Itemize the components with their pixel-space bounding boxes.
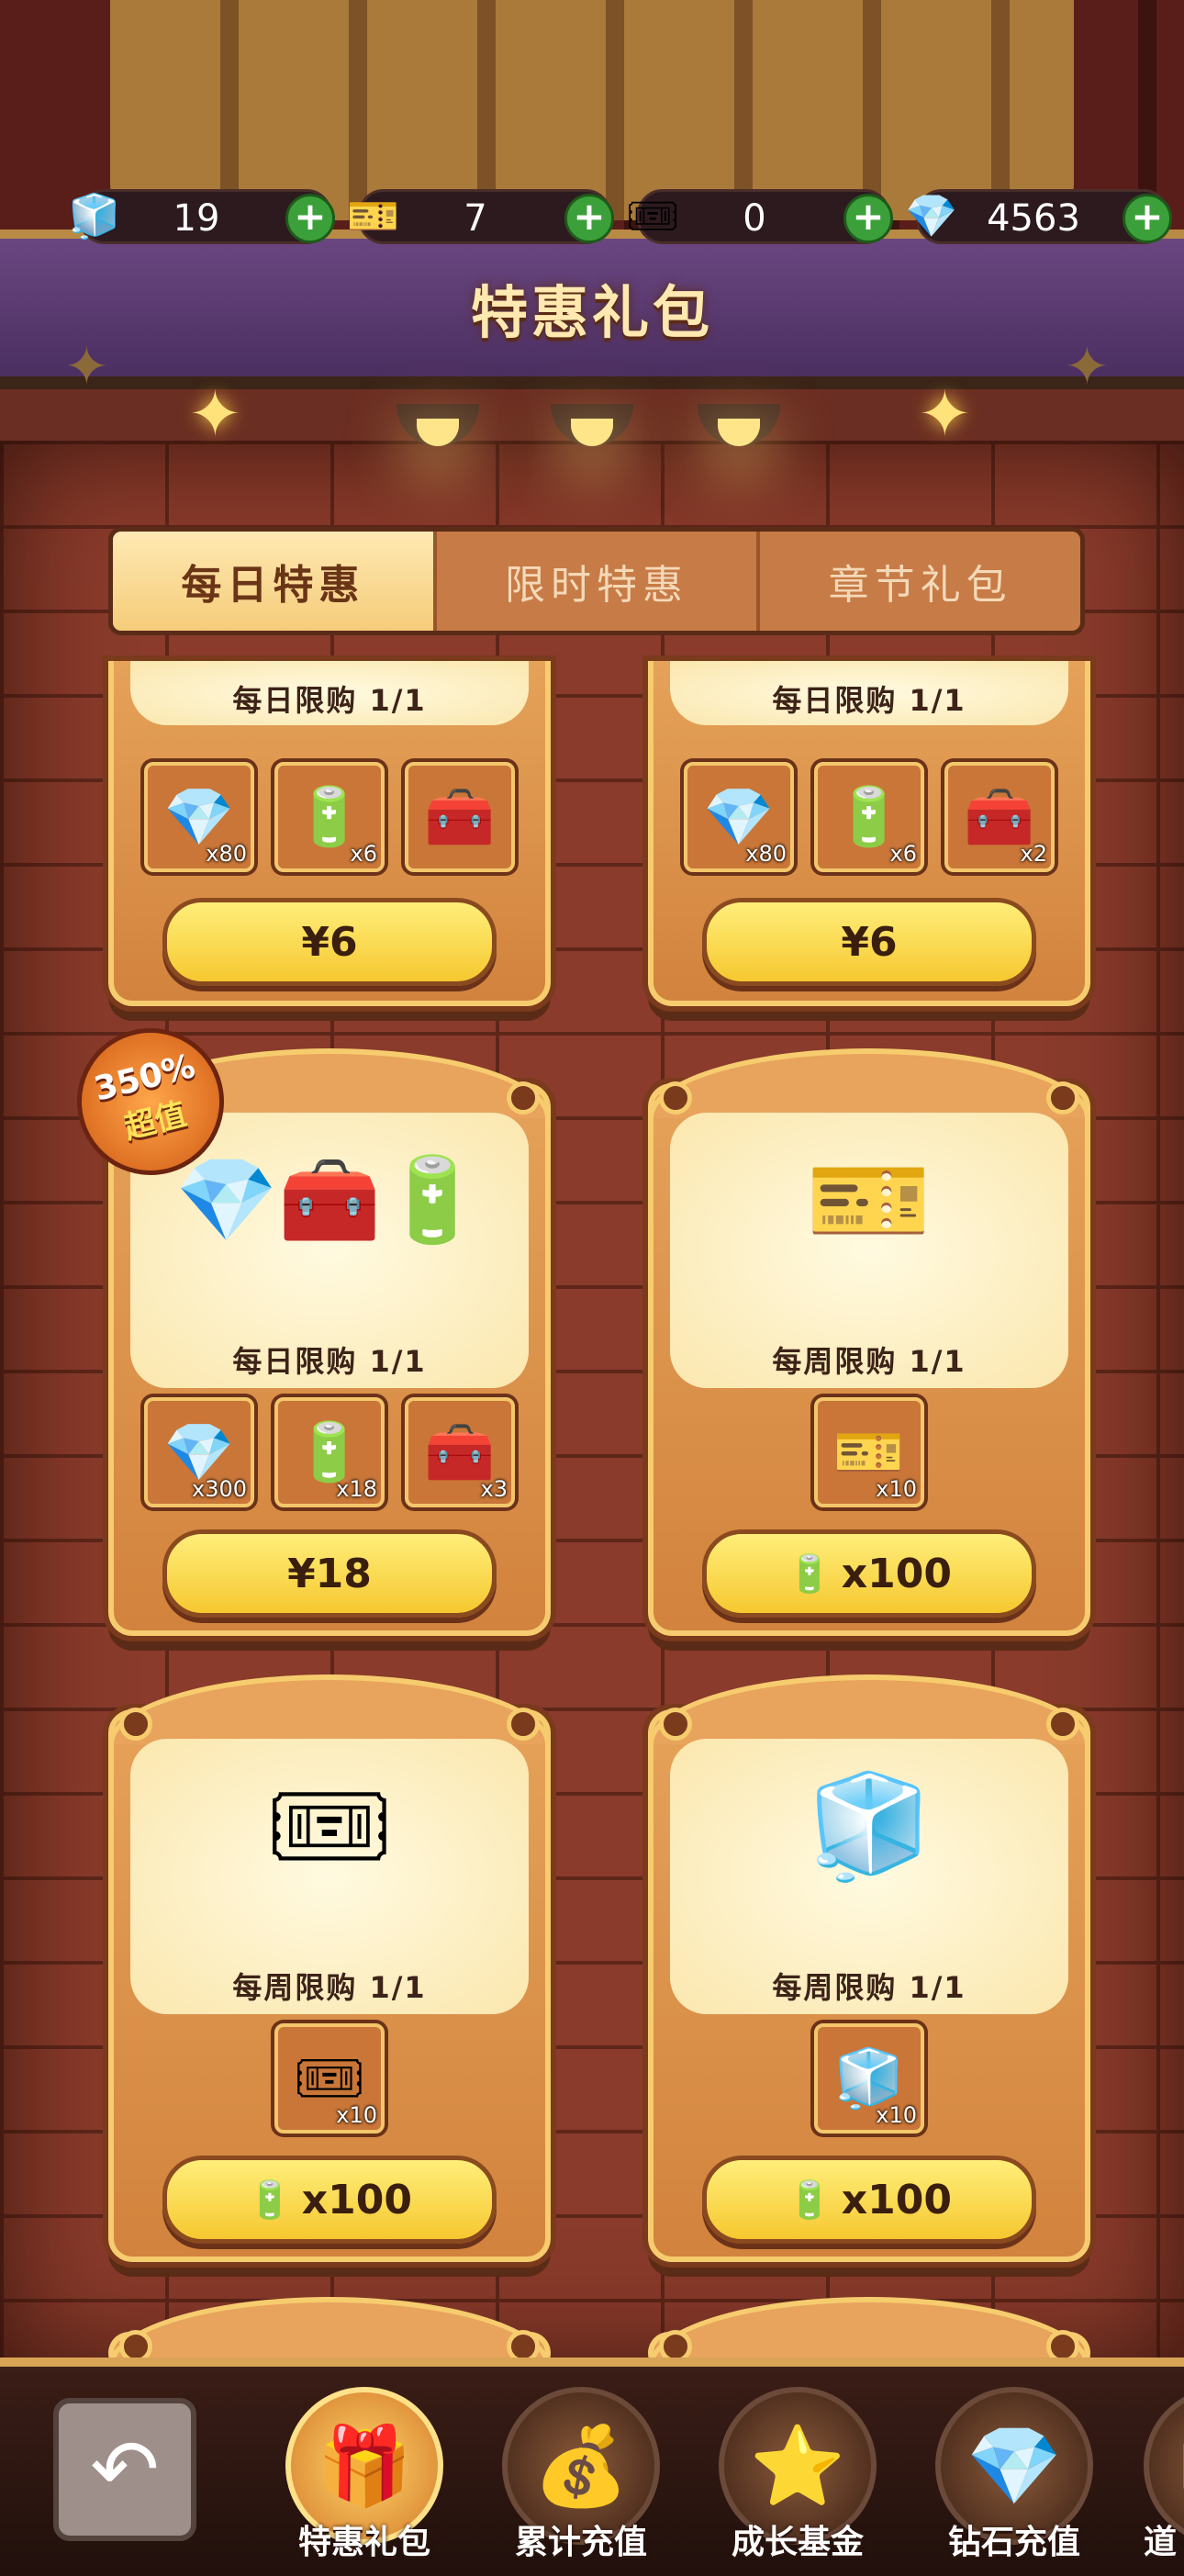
currency-value: 0 [743,197,766,240]
reward-item[interactable]: 💎 x80 [144,762,254,872]
currency-cube: 🧊 19 + [68,189,335,244]
reward-item[interactable]: 💎 x300 [144,1397,254,1507]
nav-label: 道 [1144,2524,1178,2561]
reward-item[interactable]: 🧰 x2 [944,762,1055,872]
tab-bar: 每日特惠 限时特惠 章节礼包 [108,527,1085,635]
reward-item[interactable]: 🧰 x3 [405,1397,515,1507]
pack-card: 每日限购 1/1 💎 x80 🔋 x6 🧰 ¥6 [108,661,551,1006]
currency-value: 7 [464,197,487,240]
battery-icon: 🔋 [786,2178,832,2222]
item-quantity: x80 [745,841,787,867]
buy-button[interactable]: ¥6 [162,898,497,986]
battery-icon: 🔋 [786,1552,832,1596]
currency-diamond: 💎 4563 + [905,189,1172,244]
nav-label: 成长基金 [731,2524,864,2561]
reward-item[interactable]: 🔋 x6 [814,762,924,872]
add-gold-ticket-button[interactable]: + [564,194,614,243]
item-quantity: x6 [350,841,377,867]
buy-button[interactable]: 🔋 x100 [162,2156,497,2244]
purchase-limit: 每日限购 1/1 [232,683,427,718]
back-button[interactable]: ↶ [53,2398,196,2541]
reward-item[interactable]: 🧊 x10 [814,2023,924,2134]
reward-item[interactable]: 🔋 x6 [274,762,385,872]
item-quantity: x2 [1020,841,1047,867]
currency-value: 4563 [987,197,1080,240]
gold-ticket-icon: 🎫 [347,190,400,241]
cube-image: 🧊 [806,1766,933,1885]
item-quantity: x300 [191,1476,247,1502]
blue-ticket-icon: 🎟 [625,190,680,241]
star-icon: ✦ [64,335,109,398]
reward-item[interactable]: 🔋 x18 [274,1397,385,1507]
buy-button[interactable]: 🔋 x100 [702,2156,1036,2244]
star-icon: ✦ [1065,335,1110,398]
star-icon: ✦ [188,376,242,452]
gold-ticket-image: 🎫 [806,1140,933,1259]
pack-card: 🧊 每周限购 1/1 🧊 x10 🔋 x100 [648,1674,1090,2262]
item-quantity: x18 [336,1476,377,1502]
nav-label: 特惠礼包 [297,2524,430,2561]
pack-art-panel: 每日限购 1/1 [670,661,1068,725]
reward-item[interactable]: 💎 x80 [684,762,794,872]
purchase-limit: 每日限购 1/1 [772,683,966,718]
item-quantity: x10 [336,2102,377,2128]
pack-card: 🎫 每周限购 1/1 🎫 x10 🔋 x100 [648,1048,1090,1636]
item-quantity: x80 [206,841,247,867]
price-label: ¥6 [301,918,358,966]
reward-item[interactable]: 🎫 x10 [814,1397,924,1507]
nav-items-partial[interactable]: 📦 道 [1144,2387,1184,2567]
purchase-limit: 每日限购 1/1 [232,1344,427,1379]
reward-item[interactable]: 🧰 [405,762,515,872]
price-label: ¥18 [287,1550,372,1597]
tab-daily-deals[interactable]: 每日特惠 [113,532,437,631]
chest-icon: 🧰 [424,783,496,850]
buy-button[interactable]: ¥18 [162,1529,497,1618]
tab-chapter-packs[interactable]: 章节礼包 [760,532,1080,631]
pack-art-panel: 🧊 每周限购 1/1 [670,1739,1068,2014]
buy-button[interactable]: 🔋 x100 [702,1529,1036,1618]
nav-label: 钻石充值 [947,2524,1080,2561]
nav-growth-fund[interactable]: ⭐ 成长基金 [710,2387,885,2567]
reward-item[interactable]: 🎟 x10 [274,2023,385,2134]
currency-value: 19 [173,197,220,240]
pack-card: 每日限购 1/1 💎 x80 🔋 x6 🧰 x2 ¥6 [648,661,1090,1006]
pack-art-panel: 🎟 每周限购 1/1 [130,1739,529,2014]
star-icon: ✦ [918,376,972,452]
pack-art-panel: 每日限购 1/1 [130,661,529,725]
currency-gold-ticket: 🎫 7 + [347,189,614,244]
purchase-limit: 每周限购 1/1 [232,1970,427,2005]
tab-limited-deals[interactable]: 限时特惠 [437,532,761,631]
nav-cumulative-recharge[interactable]: 💰 累计充值 [494,2387,668,2567]
pack-card: 🎟 每周限购 1/1 🎟 x10 🔋 x100 [108,1674,551,2262]
price-label: ¥6 [841,918,898,966]
diamond-icon: 💎 [905,190,958,241]
add-diamond-button[interactable]: + [1123,194,1172,243]
back-arrow-icon: ↶ [90,2421,160,2518]
battery-icon: 🔋 [246,2178,293,2222]
purchase-limit: 每周限购 1/1 [772,1970,966,2005]
add-blue-ticket-button[interactable]: + [843,194,893,243]
add-cube-button[interactable]: + [285,194,335,243]
item-quantity: x10 [876,1476,917,1502]
item-quantity: x10 [876,2102,917,2128]
pack-art-panel: 🎫 每周限购 1/1 [670,1113,1068,1388]
blue-ticket-image: 🎟 [265,1766,394,1885]
currency-blue-ticket: 🎟 0 + [626,189,893,244]
nav-special-packs[interactable]: 🎁 特惠礼包 [277,2387,452,2567]
nav-label: 累计充值 [514,2524,647,2561]
price-label: x100 [841,1550,953,1597]
item-quantity: x3 [480,1476,508,1502]
buy-button[interactable]: ¥6 [702,898,1036,986]
price-label: x100 [841,2176,953,2223]
item-quantity: x6 [889,841,917,867]
price-label: x100 [301,2176,413,2223]
cube-icon: 🧊 [68,190,121,241]
page-title: 特惠礼包 [470,279,713,346]
nav-diamond-recharge[interactable]: 💎 钻石充值 [927,2387,1101,2567]
purchase-limit: 每周限购 1/1 [772,1344,966,1379]
